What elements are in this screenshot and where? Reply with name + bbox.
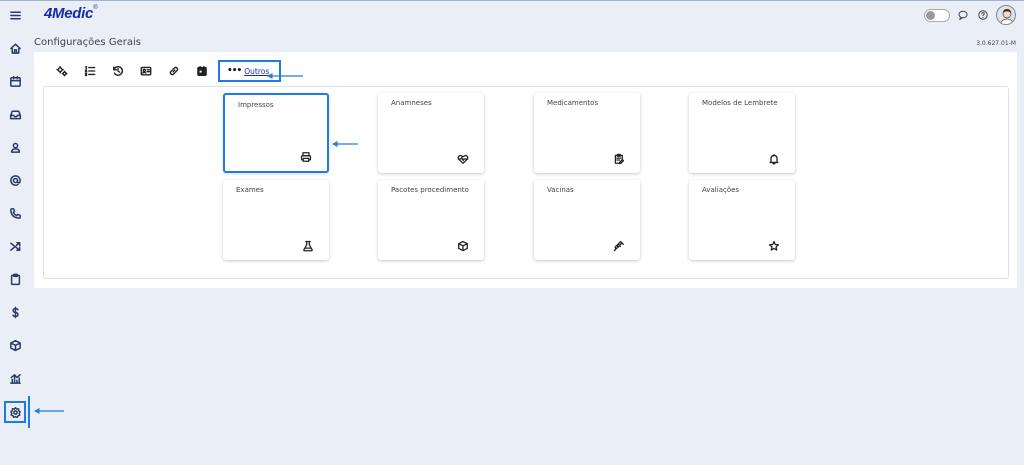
chat-icon[interactable] [956,8,970,22]
package-icon [457,237,469,252]
calendar-icon[interactable] [4,70,26,92]
card-anamneses[interactable]: Anamneses [378,93,484,173]
card-label: Medicamentos [547,99,599,107]
app-logo[interactable]: 4Medic® [44,5,97,22]
card-label: Avaliações [702,186,740,194]
card-label: Impressos [238,101,274,109]
flask-icon [302,237,314,252]
card-avaliacoes[interactable]: Avaliações [689,180,795,260]
card-label: Anamneses [391,99,432,107]
calendar-day-icon[interactable] [188,60,216,82]
help-icon[interactable] [976,8,990,22]
main-panel: ••• Outros Impressos Anamneses Medicamen… [34,52,1017,288]
history-icon[interactable] [104,60,132,82]
card-label: Modelos de Lembrete [702,99,778,107]
dollar-icon[interactable] [4,301,26,323]
settings-toolbar: ••• Outros [48,60,282,82]
card-exames[interactable]: Exames [223,180,329,260]
annotation-arrow-card [332,133,358,147]
version-label: 3.0.627.01-M [976,40,1016,47]
card-impressos[interactable]: Impressos [223,93,329,173]
card-label: Exames [236,186,264,194]
bell-icon [768,150,780,165]
shuffle-icon[interactable] [4,235,26,257]
top-actions [924,5,1016,25]
sidebar [0,0,30,465]
clipboard-edit-icon [613,150,625,165]
gears-icon[interactable] [48,60,76,82]
chart-icon[interactable] [4,367,26,389]
clipboard-icon[interactable] [4,268,26,290]
settings-icon[interactable] [4,401,26,423]
ordered-list-icon[interactable] [76,60,104,82]
card-modelos-de-lembrete[interactable]: Modelos de Lembrete [689,93,795,173]
card-label: Pacotes procedimento [391,186,469,194]
user-icon[interactable] [4,136,26,158]
menu-icon[interactable] [4,4,26,26]
at-sign-icon[interactable] [4,169,26,191]
user-avatar[interactable] [996,5,1016,25]
link-icon[interactable] [160,60,188,82]
more-dots-icon: ••• [227,66,242,76]
page-title: Configurações Gerais [34,37,141,48]
card-vacinas[interactable]: Vacinas [534,180,640,260]
star-icon [768,237,780,251]
home-icon[interactable] [4,37,26,59]
printer-icon [300,148,312,162]
inbox-icon[interactable] [4,103,26,125]
heart-pulse-icon [457,150,469,164]
card-pacotes-procedimento[interactable]: Pacotes procedimento [378,180,484,260]
card-medicamentos[interactable]: Medicamentos [534,93,640,173]
annotation-arrow-toolbar [267,65,303,79]
id-card-icon[interactable] [132,60,160,82]
active-indicator [28,396,30,428]
theme-toggle[interactable] [924,8,950,22]
outros-label: Outros [244,66,270,76]
card-label: Vacinas [547,186,574,194]
box-icon[interactable] [4,334,26,356]
syringe-icon [613,237,625,252]
phone-icon[interactable] [4,202,26,224]
top-bar: 4Medic® [0,0,1024,30]
options-grid: Impressos Anamneses Medicamentos Modelos… [43,86,1009,279]
annotation-arrow-sidebar [34,400,64,414]
